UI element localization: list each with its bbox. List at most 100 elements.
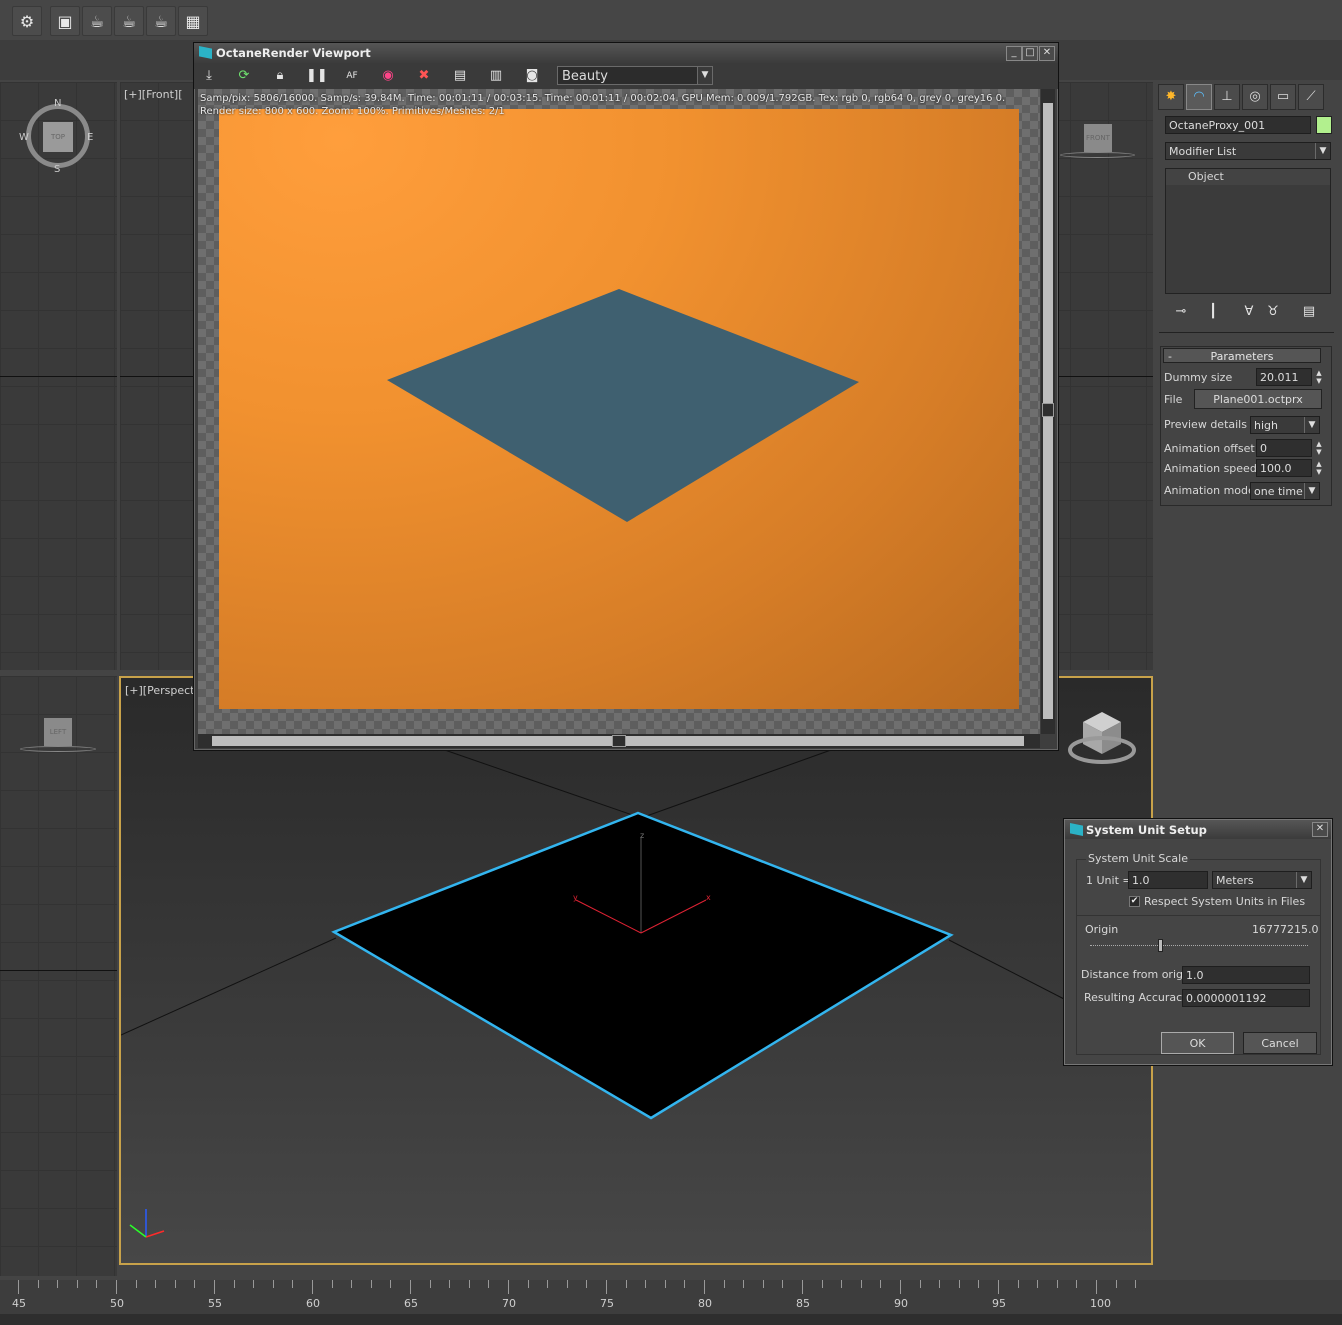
viewport-top[interactable]: TOP N S E W — [0, 82, 117, 670]
color-picker-icon[interactable]: ◉ — [378, 66, 398, 86]
rollout-collapse-icon[interactable]: - — [1168, 349, 1172, 364]
spinner-icon[interactable]: ▲ ▼ — [1314, 369, 1324, 387]
make-unique-icon[interactable]: ∀ — [1239, 302, 1259, 322]
unit-type-dropdown[interactable]: Meters ▼ — [1212, 871, 1312, 889]
ruler-tick — [625, 1280, 627, 1288]
clear-icon[interactable]: ✖ — [414, 66, 434, 86]
svg-text:z: z — [640, 831, 644, 840]
ok-button[interactable]: OK — [1161, 1032, 1234, 1054]
viewcube-top[interactable]: TOP — [43, 122, 73, 152]
close-button[interactable]: ✕ — [1039, 46, 1055, 61]
viewport-left[interactable]: LEFT — [0, 676, 117, 1276]
origin-slider-track[interactable] — [1090, 945, 1308, 948]
viewcube-ring[interactable] — [20, 746, 96, 752]
minimize-button[interactable]: _ — [1006, 46, 1022, 61]
settings-icon[interactable]: ▥ — [486, 66, 506, 86]
chevron-down-icon[interactable]: ▼ — [1304, 483, 1319, 499]
viewport-front-label[interactable]: [+][Front][ — [124, 88, 183, 101]
file-button[interactable]: Plane001.octprx — [1194, 389, 1322, 409]
render-teapot-icon[interactable]: ☕ — [82, 6, 112, 36]
render-activeshade-icon[interactable]: ▦ — [178, 6, 208, 36]
chevron-down-icon[interactable]: ▼ — [1304, 417, 1319, 433]
lock-icon[interactable]: 🔒︎ — [270, 66, 290, 86]
origin-slider-handle[interactable] — [1158, 939, 1163, 952]
close-button[interactable]: ✕ — [1312, 822, 1328, 837]
grid-axis — [0, 376, 117, 377]
ruler-tick — [135, 1280, 137, 1288]
viewport-perspective[interactable]: [+][Perspect z y x — [119, 676, 1153, 1265]
spinner-icon[interactable]: ▲ ▼ — [1314, 460, 1324, 478]
display-tab-icon[interactable]: ▭ — [1270, 84, 1296, 110]
modifier-list-dropdown[interactable]: Modifier List ▼ — [1165, 142, 1331, 160]
viewcube-cube-icon[interactable] — [1067, 708, 1137, 772]
anim-speed-input[interactable]: 100.0 — [1256, 459, 1312, 477]
octane-titlebar[interactable]: OctaneRender Viewport _ □ ✕ — [194, 43, 1058, 63]
region-render-icon[interactable]: ▤ — [450, 66, 470, 86]
render-production-icon[interactable]: ☕ — [114, 6, 144, 36]
viewcube-left[interactable]: LEFT — [44, 718, 72, 746]
ruler-tick — [312, 1280, 313, 1294]
configure-sets-icon[interactable]: ▤ — [1299, 302, 1319, 322]
ruler-tick — [449, 1280, 451, 1288]
hierarchy-tab-icon[interactable]: ⊥ — [1214, 84, 1240, 110]
ruler-tick — [37, 1280, 39, 1288]
pause-icon[interactable]: ❚❚ — [306, 66, 328, 86]
vertical-scrollbar[interactable] — [1041, 89, 1055, 734]
ruler-tick — [214, 1280, 215, 1294]
render-iterative-icon[interactable]: ☕ — [146, 6, 176, 36]
anim-mode-dropdown[interactable]: one time ▼ — [1250, 482, 1320, 500]
modify-tab-icon[interactable]: ◠ — [1186, 84, 1212, 110]
distance-input[interactable]: 1.0 — [1182, 966, 1310, 984]
scroll-grip[interactable] — [612, 735, 626, 747]
compass-south-label: S — [54, 164, 61, 175]
viewcube-perspective[interactable] — [1067, 708, 1136, 768]
render-setup-icon[interactable]: ⚙ — [12, 6, 42, 36]
ruler-tick — [410, 1280, 411, 1294]
chevron-down-icon[interactable]: ▼ — [1315, 143, 1330, 159]
remove-modifier-icon[interactable]: ♉ — [1263, 302, 1283, 322]
af-focus-icon[interactable]: AF — [342, 66, 362, 86]
rollout-title: Parameters — [1210, 350, 1274, 363]
render-pass-select[interactable]: Beauty ▼ — [557, 66, 713, 85]
viewcube-front[interactable]: FRONT — [1084, 124, 1112, 152]
spinner-icon[interactable]: ▲ ▼ — [1314, 440, 1324, 458]
origin-label: Origin — [1085, 923, 1119, 936]
dialog-titlebar[interactable]: System Unit Setup ✕ — [1065, 820, 1331, 839]
scroll-grip[interactable] — [1042, 403, 1054, 417]
restart-render-icon[interactable]: ⟳ — [234, 66, 254, 86]
viewcube-ring[interactable] — [1060, 152, 1135, 158]
modifier-stack[interactable]: Object — [1165, 168, 1331, 294]
pin-stack-icon[interactable]: ⊸ — [1171, 302, 1191, 322]
show-end-result-icon[interactable]: ┃ — [1203, 302, 1223, 322]
stack-item[interactable]: Object — [1166, 169, 1330, 185]
ruler-label: 65 — [404, 1297, 418, 1310]
utilities-tab-icon[interactable]: ⟋ — [1298, 84, 1324, 110]
ruler-tick — [958, 1280, 960, 1288]
maximize-button[interactable]: □ — [1022, 46, 1038, 61]
render-frame-window-icon[interactable]: ▣ — [50, 6, 80, 36]
unit-value-input[interactable]: 1.0 — [1128, 871, 1208, 889]
object-name-input[interactable]: OctaneProxy_001 — [1165, 116, 1311, 134]
anim-offset-input[interactable]: 0 — [1256, 439, 1312, 457]
create-tab-icon[interactable]: ✸ — [1158, 84, 1184, 110]
object-color-swatch[interactable] — [1316, 116, 1332, 134]
preview-details-dropdown[interactable]: high ▼ — [1250, 416, 1320, 434]
dummy-size-input[interactable]: 20.011 — [1256, 368, 1312, 386]
ruler-tick — [880, 1280, 882, 1288]
horizontal-scrollbar[interactable] — [198, 734, 1040, 748]
cancel-button[interactable]: Cancel — [1243, 1032, 1317, 1054]
distance-label: Distance from origin: — [1081, 968, 1197, 981]
parameters-rollout-header[interactable]: - Parameters — [1163, 348, 1321, 363]
ruler-tick — [645, 1280, 647, 1288]
save-render-icon[interactable]: ⤓ — [199, 66, 219, 86]
chevron-down-icon[interactable]: ▼ — [697, 67, 712, 84]
motion-tab-icon[interactable]: ◎ — [1242, 84, 1268, 110]
render-canvas[interactable]: Samp/pix: 5806/16000. Samp/s: 39.84M. Ti… — [198, 89, 1040, 734]
ruler-tick — [978, 1280, 980, 1288]
render-stats-line2: Render size: 800 x 600. Zoom: 100%. Prim… — [200, 106, 505, 117]
respect-units-checkbox[interactable]: ✔ — [1129, 896, 1140, 907]
ruler-tick — [488, 1280, 490, 1288]
camera-icon[interactable]: ◙ — [522, 66, 542, 86]
chevron-down-icon[interactable]: ▼ — [1296, 872, 1311, 888]
ruler-tick — [194, 1280, 196, 1288]
